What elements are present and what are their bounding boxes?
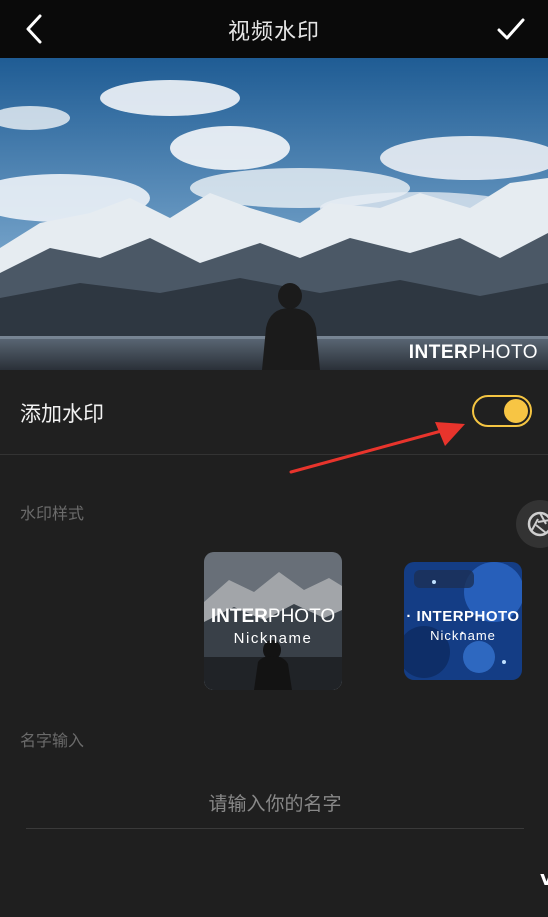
add-watermark-label: 添加水印 bbox=[20, 402, 104, 426]
card-1-title-bold: INTER bbox=[210, 606, 268, 627]
name-input[interactable] bbox=[26, 780, 524, 829]
camera-shutter-button[interactable] bbox=[516, 500, 548, 548]
card-2-nickname: Nickname bbox=[430, 628, 496, 643]
aperture-icon bbox=[527, 511, 548, 537]
red-arrow-annotation bbox=[289, 422, 465, 474]
card-1-title-thin: PHOTO bbox=[267, 606, 336, 627]
style-section-label: 水印样式 bbox=[20, 504, 85, 523]
card-1-nickname: Nickname bbox=[233, 630, 313, 647]
style-card-mountain[interactable]: INTERPHOTO Nickname bbox=[204, 552, 342, 690]
preview-watermark: INTERPHOTO bbox=[409, 342, 538, 364]
style-card-blue[interactable]: · INTERPHOTO · Nickname bbox=[404, 562, 522, 680]
page-title: 视频水印 bbox=[227, 20, 320, 45]
mountain-lake-photo bbox=[0, 58, 548, 370]
top-bar: 视频水印 bbox=[0, 0, 548, 58]
card-1-title: INTERPHOTO bbox=[204, 606, 342, 628]
watermark-thin-text: PHOTO bbox=[468, 342, 538, 363]
confirm-button[interactable] bbox=[494, 12, 528, 46]
scroll-indicator: v bbox=[540, 866, 548, 890]
video-preview: INTERPHOTO bbox=[0, 58, 548, 370]
add-watermark-toggle[interactable] bbox=[472, 395, 532, 427]
name-section-label: 名字输入 bbox=[20, 731, 85, 750]
checkmark-icon bbox=[497, 18, 525, 40]
watermark-bold-text: INTER bbox=[408, 342, 469, 363]
toggle-knob bbox=[504, 399, 528, 423]
